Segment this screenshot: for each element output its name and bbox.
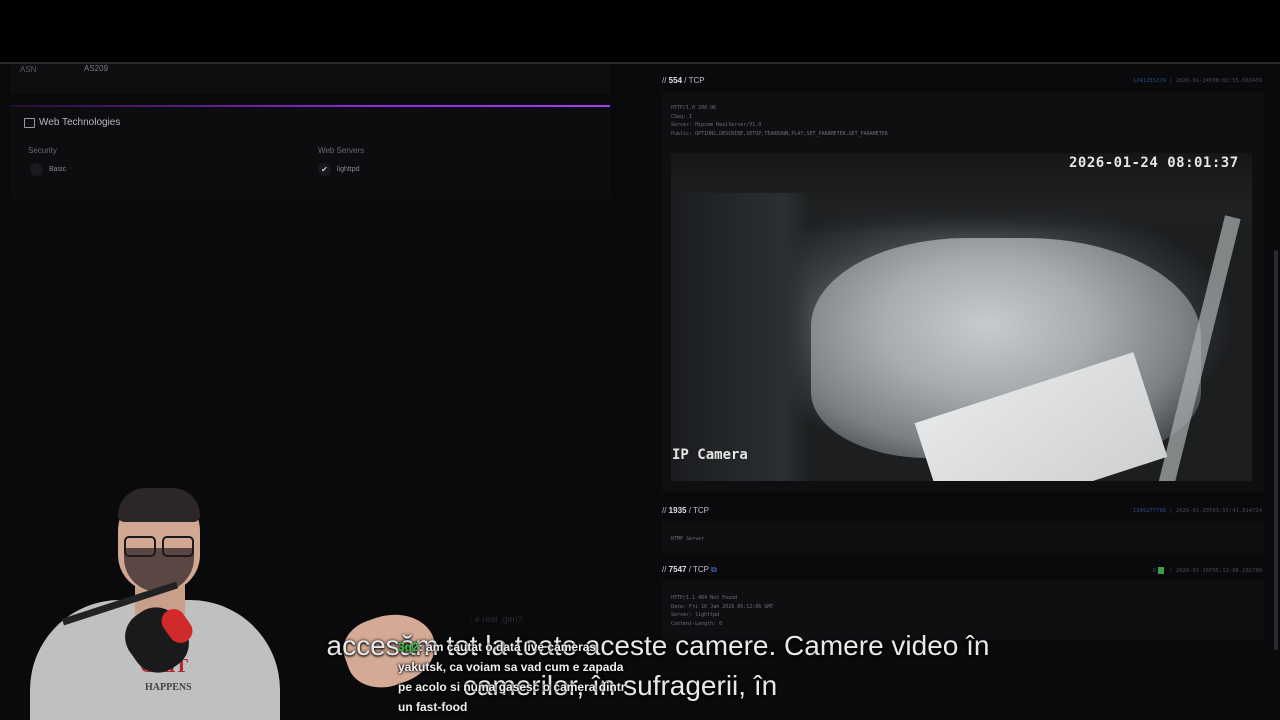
port-hash[interactable]: 1349277798	[1133, 508, 1166, 514]
port-proto: TCP	[693, 506, 709, 515]
camera-timestamp: 2026-01-24 08:01:37	[1069, 155, 1239, 171]
port-header-1935: // 1935 / TCP	[662, 506, 709, 515]
port-meta-554: 1241255279 | 2026-01-24T08:02:55.663439	[1132, 78, 1262, 84]
security-column-label: Security	[28, 146, 57, 155]
feather-icon: ✔	[318, 163, 331, 176]
asn-label: ASN	[20, 65, 37, 74]
tech-item-label: Basic	[49, 166, 67, 173]
asn-row: ASN AS209	[10, 64, 610, 94]
status-indicator	[1157, 567, 1164, 574]
port-hash[interactable]: 1241255279	[1133, 78, 1166, 84]
port-banner-1935	[662, 521, 1264, 553]
port-timestamp: 2026-01-16T05:12:06.102700	[1175, 568, 1262, 574]
banner-text-1935: RTMP Server	[671, 536, 705, 542]
port-meta-7547: 0 | 2026-01-16T05:12:06.102700	[1152, 567, 1262, 574]
port-header-7547: // 7547 / TCP ⧉	[662, 565, 717, 574]
port-proto: TCP	[688, 76, 705, 85]
background-chat-text: : e real ,gen?	[470, 614, 523, 624]
port-header-554: // 554 / TCP	[662, 76, 705, 85]
web-servers-column-label: Web Servers	[318, 146, 365, 155]
web-technologies-title: Web Technologies	[39, 117, 121, 128]
web-technologies-heading: Web Technologies	[24, 117, 120, 128]
port-meta-1935: 1349277798 | 2026-01-20T03:55:41.814724	[1132, 508, 1262, 514]
tech-item-lighttpd[interactable]: ✔ lighttpd	[318, 163, 360, 176]
camera-snapshot: 2026-01-24 08:01:37 IP Camera	[671, 153, 1252, 481]
scrollbar-thumb[interactable]	[1274, 250, 1278, 650]
tech-item-basic[interactable]: Basic	[30, 163, 66, 176]
port-timestamp: 2026-01-24T08:02:55.663439	[1175, 78, 1262, 84]
chat-text: : am cautat o data live cameras yakutsk,…	[398, 640, 626, 714]
port-number: 7547	[668, 565, 687, 574]
port-hash[interactable]: 0	[1153, 568, 1156, 574]
port-proto: TCP	[693, 565, 709, 574]
chat-message: 3q2: am cautat o data live cameras yakut…	[398, 637, 638, 717]
tech-item-label: lighttpd	[337, 166, 360, 173]
subtitle-line-1: accesăm tot la toate aceste camere. Came…	[326, 630, 990, 661]
camera-wall	[671, 193, 811, 481]
port-timestamp: 2026-01-20T03:55:41.814724	[1175, 508, 1262, 514]
auth-icon	[30, 163, 43, 176]
asn-value: AS209	[84, 64, 109, 73]
camera-label: IP Camera	[672, 447, 748, 463]
streamer-hair	[118, 488, 200, 522]
chat-username: 3q2	[398, 640, 419, 654]
banner-text-554: HTTP/1.0 200 OK CSeq: 1 Server: Hipcam R…	[671, 105, 888, 137]
external-link-icon[interactable]: ⧉	[711, 565, 717, 574]
port-number: 554	[668, 76, 683, 85]
port-number: 1935	[668, 506, 687, 515]
glasses	[124, 536, 194, 557]
window-icon	[24, 117, 35, 128]
banner-text-7547: HTTP/1.1 404 Not Found Date: Fri 16 Jan …	[671, 595, 774, 627]
top-black-bar	[0, 0, 1280, 62]
